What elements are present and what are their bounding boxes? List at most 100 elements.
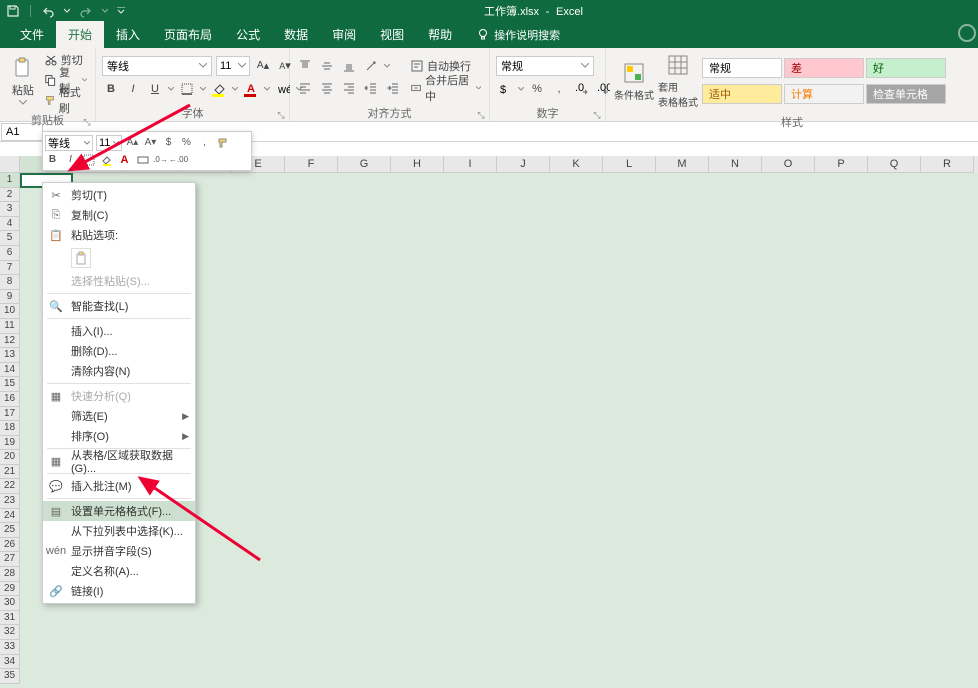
increase-decimal-icon[interactable]: .0	[572, 80, 590, 98]
row-header-10[interactable]: 10	[0, 304, 20, 319]
col-header-G[interactable]: G	[338, 156, 391, 173]
font-color-button[interactable]: A	[242, 80, 260, 98]
decrease-indent-icon[interactable]	[362, 79, 380, 97]
tab-data[interactable]: 数据	[272, 21, 320, 48]
ctx-show-pinyin[interactable]: wén显示拼音字段(S)	[43, 541, 195, 561]
mini-comma-icon[interactable]: ,	[197, 135, 212, 150]
row-header-16[interactable]: 16	[0, 392, 20, 407]
paste-default-icon[interactable]	[71, 248, 91, 268]
row-header-14[interactable]: 14	[0, 363, 20, 378]
col-header-M[interactable]: M	[656, 156, 709, 173]
row-header-27[interactable]: 27	[0, 552, 20, 567]
ctx-format-cells[interactable]: ▤设置单元格格式(F)...	[43, 501, 195, 521]
mini-decrease-font-icon[interactable]: A▾	[143, 135, 158, 150]
number-format-select[interactable]: 常规	[496, 56, 594, 76]
row-header-4[interactable]: 4	[0, 217, 20, 232]
row-header-24[interactable]: 24	[0, 509, 20, 524]
tab-layout[interactable]: 页面布局	[152, 21, 224, 48]
mini-format-painter-icon[interactable]	[215, 135, 230, 150]
tab-review[interactable]: 审阅	[320, 21, 368, 48]
col-header-P[interactable]: P	[815, 156, 868, 173]
align-bottom-icon[interactable]	[340, 57, 358, 75]
ctx-clear[interactable]: 清除内容(N)	[43, 361, 195, 381]
col-header-Q[interactable]: Q	[868, 156, 921, 173]
font-launcher-icon[interactable]: ⤡	[276, 110, 286, 120]
ctx-define-name[interactable]: 定义名称(A)...	[43, 561, 195, 581]
save-icon[interactable]	[6, 4, 20, 18]
mini-inc-decimal-icon[interactable]: .0→	[153, 152, 168, 167]
col-header-O[interactable]: O	[762, 156, 815, 173]
ctx-smart-lookup[interactable]: 🔍智能查找(L)	[43, 296, 195, 316]
align-middle-icon[interactable]	[318, 57, 336, 75]
fill-color-button[interactable]	[210, 80, 228, 98]
row-header-1[interactable]: 1	[0, 173, 20, 188]
col-header-N[interactable]: N	[709, 156, 762, 173]
chevron-down-icon[interactable]	[518, 87, 524, 91]
align-top-icon[interactable]	[296, 57, 314, 75]
row-header-13[interactable]: 13	[0, 348, 20, 363]
row-header-20[interactable]: 20	[0, 450, 20, 465]
mini-italic-icon[interactable]: I	[63, 152, 78, 167]
tell-me-search[interactable]: 操作说明搜索	[468, 22, 568, 48]
align-right-icon[interactable]	[340, 79, 358, 97]
clipboard-launcher-icon[interactable]: ⤡	[82, 117, 92, 127]
row-header-18[interactable]: 18	[0, 421, 20, 436]
format-as-table-button[interactable]: 套用 表格格式	[656, 51, 700, 111]
select-all-corner[interactable]	[0, 156, 20, 173]
increase-font-icon[interactable]: A▴	[254, 57, 272, 75]
chevron-down-icon[interactable]	[232, 87, 238, 91]
italic-button[interactable]: I	[124, 80, 142, 98]
format-painter-button[interactable]: 格式刷	[42, 91, 89, 109]
style-neutral[interactable]: 适中	[702, 84, 782, 104]
ctx-insert-comment[interactable]: 💬插入批注(M)	[43, 476, 195, 496]
mini-fill-color-icon[interactable]	[99, 152, 114, 167]
mini-merge-icon[interactable]	[135, 152, 150, 167]
style-normal[interactable]: 常规	[702, 58, 782, 78]
row-header-23[interactable]: 23	[0, 494, 20, 509]
row-header-26[interactable]: 26	[0, 538, 20, 553]
style-good[interactable]: 好	[866, 58, 946, 78]
row-header-21[interactable]: 21	[0, 465, 20, 480]
tab-help[interactable]: 帮助	[416, 21, 464, 48]
ctx-copy[interactable]: ⎘复制(C)	[43, 205, 195, 225]
mini-increase-font-icon[interactable]: A▴	[125, 135, 140, 150]
style-check[interactable]: 检查单元格	[866, 84, 946, 104]
ctx-pick-list[interactable]: 从下拉列表中选择(K)...	[43, 521, 195, 541]
tab-insert[interactable]: 插入	[104, 21, 152, 48]
ctx-get-data[interactable]: ▦从表格/区域获取数据(G)...	[43, 451, 195, 471]
row-header-28[interactable]: 28	[0, 567, 20, 582]
row-header-15[interactable]: 15	[0, 377, 20, 392]
row-header-2[interactable]: 2	[0, 188, 20, 203]
chevron-down-icon[interactable]	[264, 87, 270, 91]
row-header-32[interactable]: 32	[0, 625, 20, 640]
qat-customize-icon[interactable]	[117, 7, 125, 15]
font-family-select[interactable]: 等线	[102, 56, 212, 76]
tab-file[interactable]: 文件	[8, 21, 56, 48]
row-header-30[interactable]: 30	[0, 596, 20, 611]
row-header-17[interactable]: 17	[0, 407, 20, 422]
conditional-format-button[interactable]: 条件格式	[612, 51, 656, 111]
border-button[interactable]	[178, 80, 196, 98]
row-header-33[interactable]: 33	[0, 640, 20, 655]
ctx-filter[interactable]: 筛选(E)▶	[43, 406, 195, 426]
mini-bold-icon[interactable]: B	[45, 152, 60, 167]
ctx-insert[interactable]: 插入(I)...	[43, 321, 195, 341]
row-header-9[interactable]: 9	[0, 290, 20, 305]
mini-border-icon[interactable]	[81, 152, 96, 167]
row-header-11[interactable]: 11	[0, 319, 20, 334]
chevron-down-icon[interactable]	[200, 87, 206, 91]
ctx-link[interactable]: 🔗链接(I)	[43, 581, 195, 601]
align-left-icon[interactable]	[296, 79, 314, 97]
tab-home[interactable]: 开始	[56, 21, 104, 48]
col-header-R[interactable]: R	[921, 156, 974, 173]
row-header-8[interactable]: 8	[0, 275, 20, 290]
paste-button[interactable]: 粘贴	[6, 51, 40, 109]
col-header-H[interactable]: H	[391, 156, 444, 173]
orientation-icon[interactable]	[362, 57, 380, 75]
row-header-34[interactable]: 34	[0, 655, 20, 670]
col-header-K[interactable]: K	[550, 156, 603, 173]
number-launcher-icon[interactable]: ⤡	[592, 110, 602, 120]
row-header-5[interactable]: 5	[0, 231, 20, 246]
chevron-down-icon[interactable]	[384, 64, 390, 68]
tab-view[interactable]: 视图	[368, 21, 416, 48]
